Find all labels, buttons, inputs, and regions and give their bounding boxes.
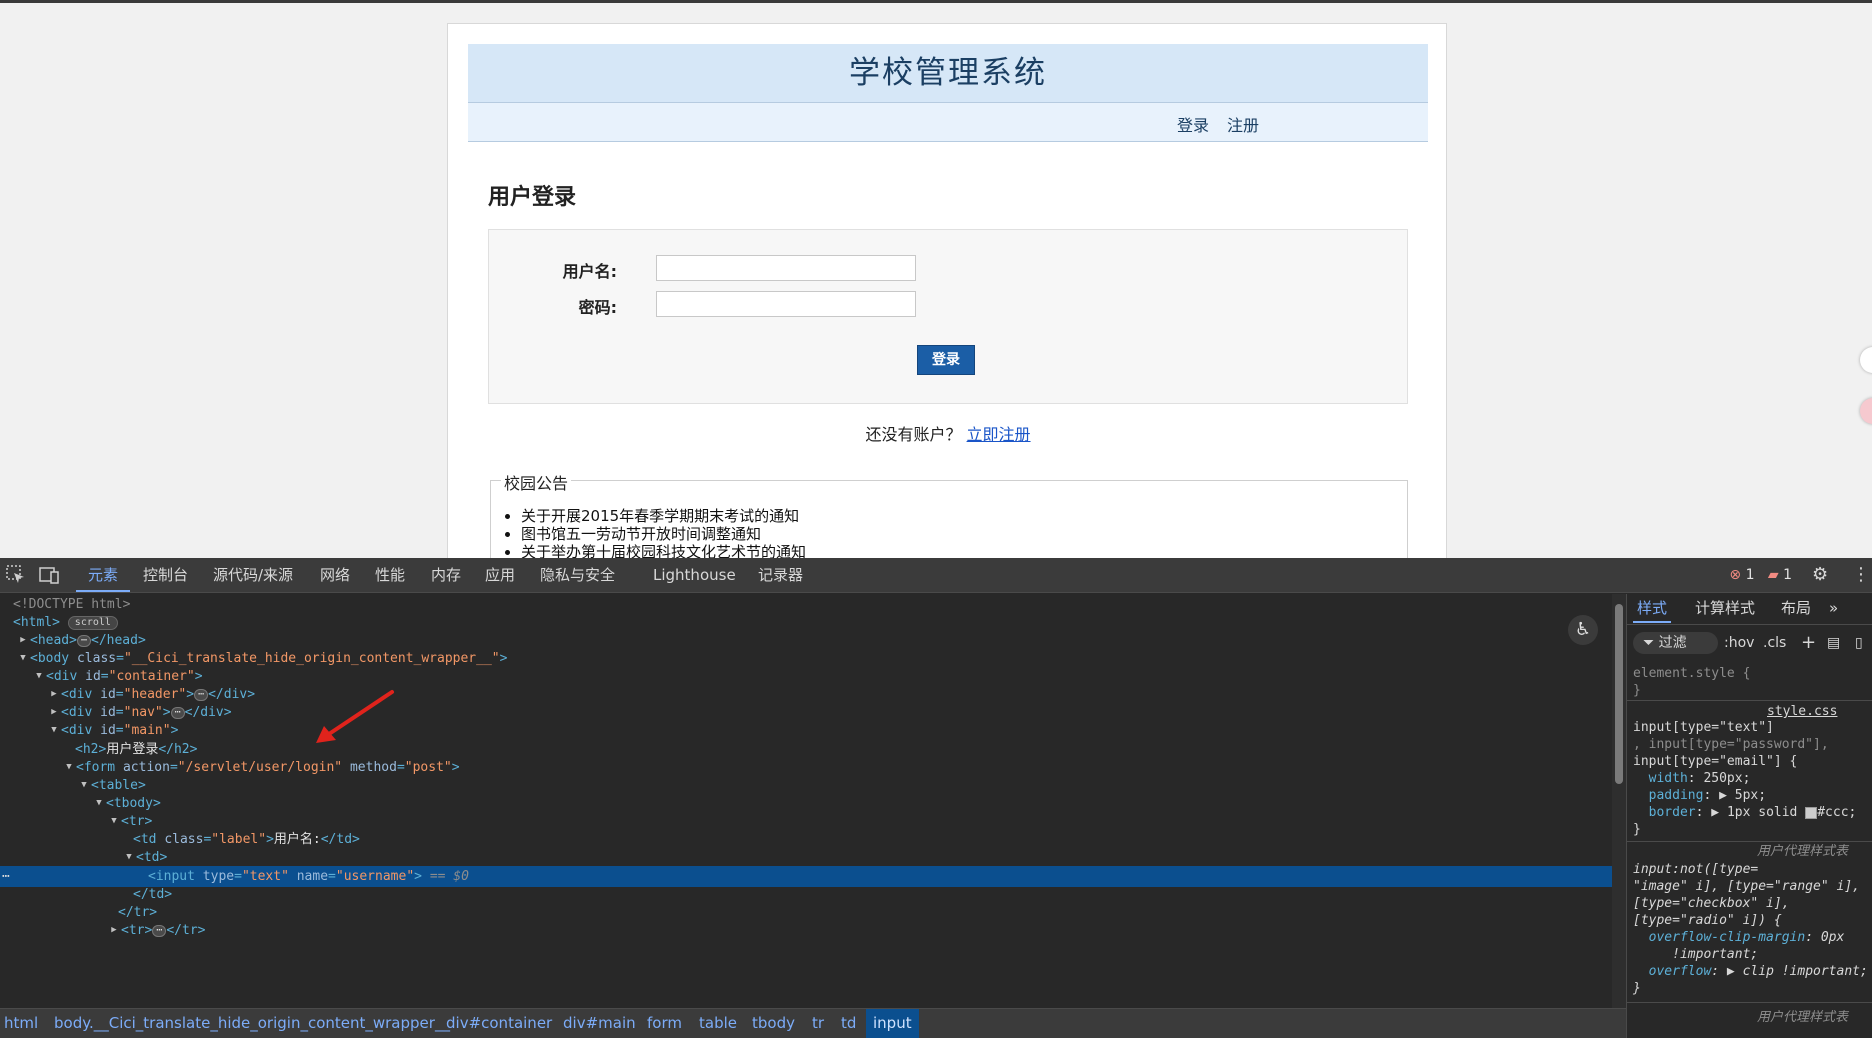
register-prompt-line: 还没有账户？ 立即注册 xyxy=(448,421,1448,445)
ua-stylesheet-label-2: 用户代理样式表 xyxy=(1757,1010,1849,1025)
side-float-button[interactable] xyxy=(1860,347,1872,373)
notice-item[interactable]: 关于开展2015年春季学期期末考试的通知 xyxy=(521,507,806,525)
crumb-form[interactable]: form xyxy=(647,1009,682,1038)
nav-login-link[interactable]: 登录 xyxy=(1177,112,1209,136)
red-arrow-annotation xyxy=(316,690,394,743)
more-vertical-icon[interactable]: ⋮ xyxy=(1852,558,1870,592)
login-button[interactable]: 登录 xyxy=(917,345,975,375)
sidebar-toggle-icon[interactable]: ▯ xyxy=(1855,632,1863,654)
dom-tr-collapsed[interactable]: ▶ <tr> ⋯ </tr> xyxy=(107,920,205,941)
tab-computed[interactable]: 计算样式 xyxy=(1695,594,1755,623)
crumb-body[interactable]: body.__Cici_translate_hide_origin_conten… xyxy=(54,1009,450,1038)
message-icon: ▰ xyxy=(1767,567,1779,583)
new-rule-plus-icon[interactable]: + xyxy=(1801,632,1816,654)
styles-filter[interactable]: ⏷ 过滤 xyxy=(1633,632,1718,654)
tab-memory[interactable]: 内存 xyxy=(431,558,461,592)
login-form: 用户名: 密码: 登录 xyxy=(488,229,1408,404)
ua-stylesheet-label: 用户代理样式表 xyxy=(1757,844,1849,859)
crumb-tr[interactable]: tr xyxy=(812,1009,824,1038)
password-input[interactable] xyxy=(656,291,916,317)
notice-box: 校园公告 关于开展2015年春季学期期末考试的通知 图书馆五一劳动节开放时间调整… xyxy=(490,470,1408,558)
ua-input-rule[interactable]: input:not([type= "image" i], [type="rang… xyxy=(1633,861,1868,997)
crumb-input[interactable]: input xyxy=(866,1009,919,1038)
inspect-element-icon[interactable] xyxy=(5,564,27,586)
crumb-div-container[interactable]: div#container xyxy=(446,1009,552,1038)
nav-register-link[interactable]: 注册 xyxy=(1227,112,1259,136)
breadcrumb: html body.__Cici_translate_hide_origin_c… xyxy=(0,1008,1626,1038)
username-input[interactable] xyxy=(656,255,916,281)
tab-network[interactable]: 网络 xyxy=(320,558,350,592)
stylesheet-link[interactable]: style.css xyxy=(1767,703,1837,720)
register-prompt: 还没有账户？ xyxy=(865,425,962,444)
dom-td[interactable]: ▼ <td> xyxy=(122,847,167,868)
site-title: 学校管理系统 xyxy=(849,55,1047,91)
nav-bar: 登录 注册 xyxy=(468,103,1428,142)
element-style-rule[interactable]: element.style {} xyxy=(1633,665,1750,699)
login-heading: 用户登录 xyxy=(488,185,577,210)
row-more-icon[interactable]: ⋯ xyxy=(2,866,10,887)
devtools-panel: 元素 控制台 源代码/来源 网络 性能 内存 应用 隐私与安全 Lighthou… xyxy=(0,558,1872,1038)
scroll-badge[interactable]: scroll xyxy=(67,615,118,630)
dom-div-main[interactable]: ▼ <div id="main"> xyxy=(47,720,178,741)
register-link[interactable]: 立即注册 xyxy=(967,425,1031,444)
username-label: 用户名: xyxy=(562,262,617,281)
hov-toggle[interactable]: :hov xyxy=(1724,632,1754,654)
tab-recorder[interactable]: 记录器 xyxy=(758,558,803,592)
filter-icon: ⏷ xyxy=(1643,635,1655,651)
tab-styles[interactable]: 样式 xyxy=(1633,594,1672,623)
tab-privacy-security[interactable]: 隐私与安全 xyxy=(540,558,615,592)
tab-performance[interactable]: 性能 xyxy=(375,558,405,592)
tab-lighthouse[interactable]: Lighthouse xyxy=(653,558,736,592)
styles-tab-bar: 样式 计算样式 布局 » xyxy=(1627,594,1872,625)
devtools-tab-bar: 元素 控制台 源代码/来源 网络 性能 内存 应用 隐私与安全 Lighthou… xyxy=(0,558,1872,593)
cls-toggle[interactable]: .cls xyxy=(1763,632,1786,654)
tab-application[interactable]: 应用 xyxy=(485,558,515,592)
styles-pane: 样式 计算样式 布局 » ⏷ 过滤 :hov .cls + ▤ ▯ elemen… xyxy=(1626,594,1872,1038)
top-edge xyxy=(0,0,1872,3)
tab-console[interactable]: 控制台 xyxy=(143,558,188,592)
crumb-html[interactable]: html xyxy=(4,1009,38,1038)
page-container: 学校管理系统 登录 注册 用户登录 用户名: 密码: 登录 还没有账户？ 立即注… xyxy=(447,23,1447,558)
elements-tree: <!DOCTYPE html> <html> scroll ▶ <head> ⋯ </… xyxy=(0,594,1612,1008)
dom-input-selected[interactable]: ⋯ <input type="text" name="username"> == … xyxy=(0,866,1612,887)
input-text-rule[interactable]: input[type="text"] , input[type="passwor… xyxy=(1633,719,1856,838)
tab-elements[interactable]: 元素 xyxy=(76,558,131,592)
notice-item[interactable]: 图书馆五一劳动节开放时间调整通知 xyxy=(521,525,806,543)
more-tabs-icon[interactable]: » xyxy=(1829,594,1838,623)
error-icon: ⊗ xyxy=(1729,567,1742,583)
password-label: 密码: xyxy=(578,298,617,317)
tab-sources[interactable]: 源代码/来源 xyxy=(213,558,293,592)
crumb-div-main[interactable]: div#main xyxy=(563,1009,636,1038)
issue-badges[interactable]: ⊗ 1 ▰ 1 xyxy=(1729,567,1792,583)
notice-legend: 校园公告 xyxy=(501,470,572,494)
side-float-pink-button[interactable] xyxy=(1860,398,1872,424)
message-count: 1 xyxy=(1783,567,1792,583)
settings-gear-icon[interactable]: ⚙ xyxy=(1812,558,1828,592)
elements-scrollbar[interactable] xyxy=(1612,594,1626,1008)
accessibility-icon[interactable]: ♿ xyxy=(1568,615,1598,645)
crumb-td[interactable]: td xyxy=(841,1009,856,1038)
error-count: 1 xyxy=(1745,567,1755,583)
crumb-tbody[interactable]: tbody xyxy=(752,1009,795,1038)
crumb-table[interactable]: table xyxy=(699,1009,737,1038)
paint-icon[interactable]: ▤ xyxy=(1827,632,1840,654)
scroll-thumb[interactable] xyxy=(1615,604,1623,784)
device-toolbar-icon[interactable] xyxy=(38,564,60,586)
color-swatch[interactable] xyxy=(1805,806,1818,819)
site-header: 学校管理系统 xyxy=(468,44,1428,103)
notice-list: 关于开展2015年春季学期期末考试的通知 图书馆五一劳动节开放时间调整通知 关于… xyxy=(521,507,806,558)
page-viewport: 学校管理系统 登录 注册 用户登录 用户名: 密码: 登录 还没有账户？ 立即注… xyxy=(0,0,1872,558)
notice-item[interactable]: 关于举办第十届校园科技文化艺术节的通知 xyxy=(521,543,806,558)
tab-layout[interactable]: 布局 xyxy=(1781,594,1811,623)
